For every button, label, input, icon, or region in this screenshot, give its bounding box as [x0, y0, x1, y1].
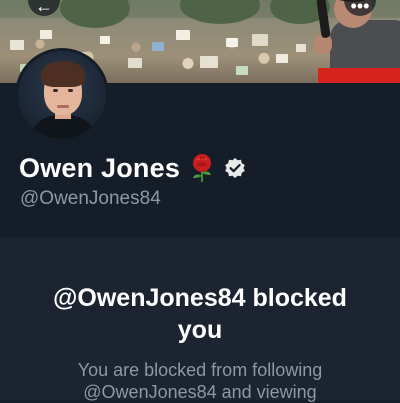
arrow-left-icon: ←	[35, 0, 53, 16]
verified-badge-icon	[224, 157, 246, 179]
profile-handle: @OwenJones84	[20, 188, 161, 209]
blocked-title: @OwenJones84 blocked you	[0, 282, 400, 346]
banner-red-banner	[318, 68, 400, 83]
display-name-text: Owen Jones	[19, 152, 181, 183]
rose-icon	[188, 153, 216, 183]
blocked-subtitle-line: You are blocked from following	[77, 360, 323, 380]
profile-display-name: Owen Jones	[19, 151, 246, 185]
blocked-title-line: @OwenJones84 blocked	[53, 284, 347, 312]
blocked-title-line: you	[177, 316, 223, 344]
more-horizontal-icon: •••	[350, 0, 370, 16]
back-button[interactable]: ←	[28, 0, 60, 16]
avatar-photo	[18, 51, 106, 139]
blocked-subtitle: You are blocked from following @OwenJone…	[0, 359, 400, 403]
profile-avatar[interactable]	[15, 48, 109, 142]
